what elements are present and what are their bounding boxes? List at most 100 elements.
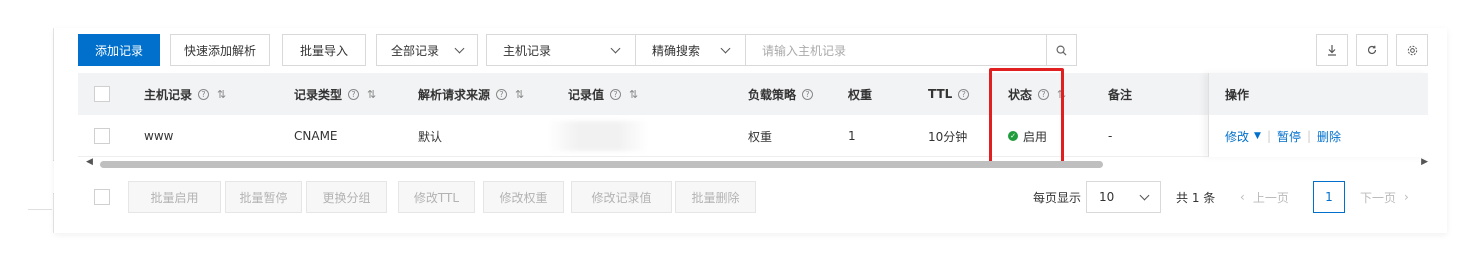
sort-icon[interactable]: ⇅ <box>629 88 638 101</box>
redacted-value <box>548 121 648 151</box>
scroll-right-icon[interactable]: ▶ <box>1421 157 1428 167</box>
help-icon[interactable]: ? <box>958 88 970 100</box>
side-panel-edge <box>28 28 54 233</box>
settings-button[interactable] <box>1396 34 1428 66</box>
records-table: 主机记录? ⇅ 记录类型? ⇅ 解析请求来源? ⇅ 记录值? ⇅ 负载策略? 权重 TT… <box>78 73 1428 157</box>
scrollbar-thumb[interactable] <box>100 161 1103 168</box>
page-number-current[interactable]: 1 <box>1313 181 1345 213</box>
toolbar: 添加记录 快速添加解析 批量导入 全部记录 主机记录 精确搜索 请输入主机记录 <box>78 34 1077 66</box>
row-checkbox[interactable] <box>94 128 110 144</box>
sort-icon[interactable]: ⇅ <box>217 88 226 101</box>
select-all-checkbox[interactable] <box>94 86 110 102</box>
batch-pause-button[interactable]: 批量暂停 <box>225 181 302 213</box>
modify-link[interactable]: 修改 <box>1225 128 1249 145</box>
record-filter-value: 全部记录 <box>391 43 440 58</box>
batch-select-checkbox[interactable] <box>94 189 110 205</box>
batch-import-button[interactable]: 批量导入 <box>282 34 366 66</box>
cell-ttl: 10分钟 <box>928 129 968 144</box>
help-icon[interactable]: ? <box>348 88 360 100</box>
header-remark-label: 备注 <box>1108 87 1133 102</box>
settings-icon <box>1407 45 1417 55</box>
match-mode-select[interactable]: 精确搜索 <box>636 34 746 66</box>
prev-page-label: 上一页 <box>1252 190 1289 205</box>
chevron-right-icon: › <box>1404 190 1409 204</box>
change-group-button[interactable]: 更换分组 <box>306 181 387 213</box>
scroll-left-icon[interactable]: ◀ <box>86 157 93 167</box>
help-icon[interactable]: ? <box>610 88 622 100</box>
refresh-icon <box>1367 45 1377 55</box>
header-actions: 操作 <box>1209 73 1428 115</box>
header-type-label: 记录类型 <box>294 87 343 102</box>
header-host-label: 主机记录 <box>144 87 193 102</box>
cell-weight: 1 <box>848 129 856 143</box>
chevron-down-icon <box>720 43 731 53</box>
cell-host: www <box>144 129 174 143</box>
row-actions: 修改 ▼ | 暂停 | 删除 <box>1209 115 1428 157</box>
batch-select-cell <box>94 189 110 205</box>
divider: | <box>1307 129 1312 143</box>
cell-policy: 权重 <box>748 129 773 144</box>
cell-remark: - <box>1108 129 1113 143</box>
quick-add-button[interactable]: 快速添加解析 <box>170 34 270 66</box>
per-page-select[interactable]: 10 <box>1086 181 1161 213</box>
chevron-left-icon: ‹ <box>1240 190 1245 204</box>
search-field-select[interactable]: 主机记录 <box>486 34 636 66</box>
sort-icon[interactable]: ⇅ <box>367 88 376 101</box>
divider <box>28 209 52 210</box>
per-page-value: 10 <box>1099 190 1115 204</box>
help-icon[interactable]: ? <box>496 88 508 100</box>
chevron-down-icon <box>610 43 621 53</box>
match-mode-value: 精确搜索 <box>652 43 701 58</box>
export-button[interactable] <box>1316 34 1348 66</box>
cell-type: CNAME <box>294 129 338 143</box>
delete-link[interactable]: 删除 <box>1317 128 1341 145</box>
chevron-down-icon <box>1139 190 1150 200</box>
record-filter-select[interactable]: 全部记录 <box>376 34 478 66</box>
divider: | <box>1266 129 1271 143</box>
header-weight: 权重 <box>848 73 872 115</box>
header-type[interactable]: 记录类型? ⇅ <box>294 73 376 115</box>
header-policy: 负载策略? <box>748 73 814 115</box>
modify-ttl-button[interactable]: 修改TTL <box>398 181 475 213</box>
add-record-button[interactable]: 添加记录 <box>78 34 160 66</box>
dns-records-panel: 添加记录 快速添加解析 批量导入 全部记录 主机记录 精确搜索 请输入主机记录 <box>54 28 1447 233</box>
actions-column: 操作 修改 ▼ | 暂停 | 删除 <box>1208 73 1428 157</box>
header-value[interactable]: 记录值? ⇅ <box>568 73 638 115</box>
header-policy-label: 负载策略 <box>748 87 797 102</box>
batch-action-bar: 批量启用 批量暂停 更换分组 修改TTL 修改权重 修改记录值 批量删除 每页显… <box>78 181 1428 213</box>
search-button[interactable] <box>1047 34 1077 66</box>
header-source[interactable]: 解析请求来源? ⇅ <box>418 73 524 115</box>
caret-down-icon[interactable]: ▼ <box>1254 131 1261 141</box>
select-all-cell <box>94 73 110 115</box>
next-page-button[interactable]: 下一页 › <box>1360 181 1409 213</box>
pause-link[interactable]: 暂停 <box>1277 128 1301 145</box>
total-count: 共 1 条 <box>1176 190 1216 205</box>
search-field-value: 主机记录 <box>503 43 552 58</box>
prev-page-button[interactable]: ‹ 上一页 <box>1240 181 1289 213</box>
header-ttl-label: TTL <box>928 87 953 101</box>
refresh-button[interactable] <box>1356 34 1388 66</box>
chevron-down-icon <box>454 43 465 53</box>
header-host[interactable]: 主机记录? ⇅ <box>144 73 226 115</box>
modify-value-button[interactable]: 修改记录值 <box>571 181 672 213</box>
search-input[interactable]: 请输入主机记录 <box>746 34 1047 66</box>
next-page-label: 下一页 <box>1360 190 1397 205</box>
header-weight-label: 权重 <box>848 87 873 102</box>
download-icon <box>1328 44 1336 56</box>
modify-weight-button[interactable]: 修改权重 <box>483 181 564 213</box>
batch-delete-button[interactable]: 批量删除 <box>675 181 756 213</box>
header-ttl: TTL? <box>928 73 970 115</box>
horizontal-scrollbar[interactable]: ◀ ▶ <box>78 157 1428 171</box>
sort-icon[interactable]: ⇅ <box>515 88 524 101</box>
search-icon <box>1056 45 1067 56</box>
header-value-label: 记录值 <box>568 87 605 102</box>
cell-value-redacted <box>548 115 648 157</box>
help-icon[interactable]: ? <box>802 88 814 100</box>
status-highlight-box <box>989 68 1064 168</box>
per-page-label: 每页显示 <box>1033 190 1082 205</box>
header-remark: 备注 <box>1108 73 1132 115</box>
row-select-cell <box>94 115 110 157</box>
header-source-label: 解析请求来源 <box>418 87 491 102</box>
batch-enable-button[interactable]: 批量启用 <box>128 181 221 213</box>
help-icon[interactable]: ? <box>198 88 210 100</box>
